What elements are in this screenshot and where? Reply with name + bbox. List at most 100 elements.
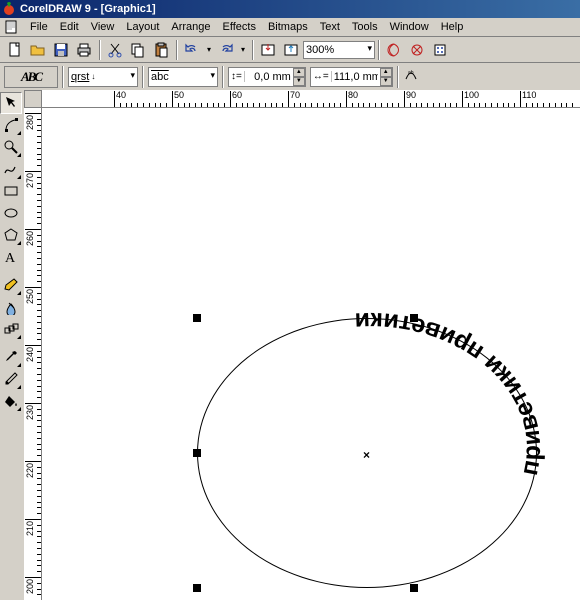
corel-online-button[interactable] bbox=[406, 39, 428, 61]
separator bbox=[252, 40, 254, 60]
separator bbox=[378, 40, 380, 60]
text-tool[interactable]: A bbox=[0, 246, 22, 268]
zoom-tool[interactable] bbox=[0, 136, 22, 158]
separator bbox=[176, 40, 178, 60]
ruler-tick-label: 210 bbox=[25, 521, 35, 536]
separator bbox=[62, 66, 64, 88]
ruler-tick-label: 110 bbox=[522, 90, 536, 100]
save-button[interactable] bbox=[50, 39, 72, 61]
ellipse-tool[interactable] bbox=[0, 202, 22, 224]
open-button[interactable] bbox=[27, 39, 49, 61]
ruler-tick-label: 280 bbox=[25, 115, 35, 130]
selection-center: × bbox=[363, 448, 370, 462]
menu-tools[interactable]: Tools bbox=[346, 20, 384, 34]
interactive-blend-tool[interactable] bbox=[0, 318, 22, 340]
undo-button[interactable] bbox=[181, 39, 203, 61]
import-button[interactable] bbox=[257, 39, 279, 61]
interactive-fill-tool[interactable] bbox=[0, 274, 22, 296]
cut-button[interactable] bbox=[104, 39, 126, 61]
workspace: A 405060708090100110 2802702602502402302… bbox=[0, 90, 580, 600]
menu-file[interactable]: File bbox=[24, 20, 54, 34]
selection-handle[interactable] bbox=[410, 314, 418, 322]
undo-dropdown[interactable]: ▾ bbox=[204, 39, 214, 61]
app-title: CorelDRAW 9 - [Graphic1] bbox=[20, 3, 156, 15]
shape-tool[interactable] bbox=[0, 114, 22, 136]
selection-handle[interactable] bbox=[193, 449, 201, 457]
dist-up[interactable]: ▲ bbox=[380, 68, 392, 77]
ruler-tick-label: 240 bbox=[25, 347, 35, 362]
offset-up[interactable]: ▲ bbox=[293, 68, 305, 77]
ruler-tick-label: 40 bbox=[116, 90, 126, 100]
dist-down[interactable]: ▼ bbox=[380, 77, 392, 86]
redo-dropdown[interactable]: ▾ bbox=[238, 39, 248, 61]
separator bbox=[142, 66, 144, 88]
selection-handle[interactable] bbox=[193, 314, 201, 322]
offset-input[interactable] bbox=[245, 71, 293, 83]
toolbox: A bbox=[0, 90, 24, 600]
export-button[interactable] bbox=[280, 39, 302, 61]
menu-layout[interactable]: Layout bbox=[120, 20, 165, 34]
text-on-path-icon: ABC bbox=[4, 66, 58, 88]
vertical-ruler[interactable]: 280270260250240230220210200190 bbox=[24, 108, 42, 600]
freehand-tool[interactable] bbox=[0, 158, 22, 180]
distance-label: ↔= bbox=[311, 71, 332, 82]
text-orient-value: abc bbox=[151, 71, 169, 83]
ruler-tick-label: 50 bbox=[174, 90, 184, 100]
menu-text[interactable]: Text bbox=[314, 20, 346, 34]
zoom-value: 300% bbox=[306, 44, 334, 56]
text-offset-field[interactable]: ↕= ▲▼ bbox=[228, 67, 306, 87]
eyedropper-tool[interactable] bbox=[0, 346, 22, 368]
text-preset-combo[interactable]: qrst ↓▾ bbox=[68, 67, 138, 87]
distance-input[interactable] bbox=[332, 71, 380, 83]
text-orient-combo[interactable]: abc ▾ bbox=[148, 67, 218, 87]
ruler-tick-label: 230 bbox=[25, 405, 35, 420]
separator bbox=[397, 66, 399, 88]
ruler-tick-label: 100 bbox=[464, 90, 479, 100]
place-on-other-side-button[interactable]: ab bbox=[403, 67, 419, 86]
separator bbox=[222, 66, 224, 88]
ruler-tick-label: 270 bbox=[25, 173, 35, 188]
ruler-origin[interactable] bbox=[24, 90, 42, 108]
menu-effects[interactable]: Effects bbox=[217, 20, 262, 34]
svg-text:A: A bbox=[5, 251, 16, 265]
fill-tool[interactable] bbox=[0, 390, 22, 412]
text-distance-field[interactable]: ↔= ▲▼ bbox=[310, 67, 393, 87]
app-launcher-button[interactable] bbox=[383, 39, 405, 61]
selection-handle[interactable] bbox=[193, 584, 201, 592]
polygon-tool[interactable] bbox=[0, 224, 22, 246]
app-icon bbox=[2, 2, 16, 16]
standard-toolbar: ▾ ▾ 300% bbox=[0, 36, 580, 62]
rectangle-tool[interactable] bbox=[0, 180, 22, 202]
zoom-combo[interactable]: 300% bbox=[303, 41, 375, 59]
menu-bitmaps[interactable]: Bitmaps bbox=[262, 20, 314, 34]
svg-text:ab: ab bbox=[408, 70, 414, 76]
horizontal-ruler[interactable]: 405060708090100110 bbox=[42, 90, 580, 108]
menu-help[interactable]: Help bbox=[435, 20, 470, 34]
ruler-tick-label: 250 bbox=[25, 289, 35, 304]
offset-down[interactable]: ▼ bbox=[293, 77, 305, 86]
separator bbox=[99, 40, 101, 60]
text-preset-value: qrst bbox=[71, 71, 89, 83]
drawing-canvas[interactable]: приветики приветики × bbox=[42, 108, 580, 600]
copy-button[interactable] bbox=[127, 39, 149, 61]
menu-window[interactable]: Window bbox=[384, 20, 435, 34]
titlebar: CorelDRAW 9 - [Graphic1] bbox=[0, 0, 580, 18]
outline-tool[interactable] bbox=[0, 368, 22, 390]
selection-handle[interactable] bbox=[410, 584, 418, 592]
ruler-tick-label: 260 bbox=[25, 231, 35, 246]
doc-icon[interactable] bbox=[4, 20, 18, 34]
new-file-button[interactable] bbox=[4, 39, 26, 61]
menu-arrange[interactable]: Arrange bbox=[165, 20, 216, 34]
ruler-tick-label: 80 bbox=[348, 90, 358, 100]
paste-button[interactable] bbox=[150, 39, 172, 61]
menu-edit[interactable]: Edit bbox=[54, 20, 85, 34]
options-button[interactable] bbox=[429, 39, 451, 61]
pick-tool[interactable] bbox=[0, 92, 22, 114]
interactive-transparency-tool[interactable] bbox=[0, 296, 22, 318]
menu-view[interactable]: View bbox=[85, 20, 121, 34]
ruler-tick-label: 200 bbox=[25, 579, 35, 594]
print-button[interactable] bbox=[73, 39, 95, 61]
menubar: File Edit View Layout Arrange Effects Bi… bbox=[0, 18, 580, 36]
offset-label: ↕= bbox=[229, 71, 245, 82]
redo-button[interactable] bbox=[215, 39, 237, 61]
